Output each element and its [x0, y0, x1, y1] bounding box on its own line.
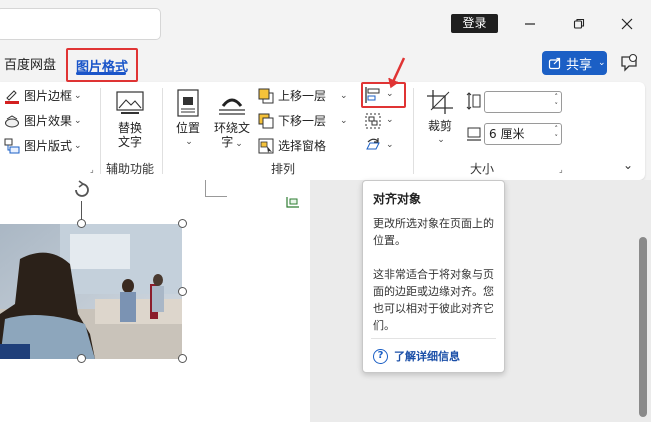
- wrap-text-label-1: 环绕文: [213, 121, 250, 135]
- red-arrow-icon: [388, 56, 408, 93]
- bring-forward-label: 上移一层: [278, 89, 327, 103]
- ribbon: 图片边框 ⌄ 图片效果 ⌄ 图片版式 ⌄ ⌟ 替换 文字 辅助功能 位置 ⌄ 环…: [0, 82, 645, 180]
- dialog-launcher-icon[interactable]: ⌟: [559, 165, 568, 174]
- tab-picture-format[interactable]: 图片格式: [66, 48, 138, 82]
- wrap-text-button[interactable]: 环绕文 字 ⌄: [212, 88, 252, 151]
- tooltip-title: 对齐对象: [373, 192, 422, 206]
- group-divider: [100, 88, 101, 174]
- spin-arrows-icon[interactable]: ˄ ˅: [555, 125, 559, 143]
- wrap-text-label-2: 字 ⌄: [221, 135, 243, 149]
- resize-handle-bottom-right[interactable]: [178, 354, 187, 363]
- chevron-down-icon: ⌄: [74, 115, 82, 126]
- tooltip-description: 更改所选对象在页面上的位置。: [373, 217, 494, 247]
- chevron-down-icon: ⌄: [74, 140, 82, 151]
- share-icon: [548, 57, 561, 70]
- group-label-arrange: 排列: [271, 162, 296, 176]
- selection-pane-icon: [258, 138, 274, 154]
- chevron-down-icon: ⌄: [74, 90, 82, 101]
- send-backward-label: 下移一层: [278, 114, 327, 128]
- group-label-size: 大小: [470, 162, 495, 176]
- vertical-scrollbar[interactable]: [639, 237, 647, 417]
- resize-handle-right[interactable]: [178, 287, 187, 296]
- send-backward-icon: [258, 113, 274, 129]
- selection-pane-label: 选择窗格: [278, 139, 327, 153]
- layout-options-icon[interactable]: [285, 195, 301, 212]
- tooltip-detail: 这非常适合于将对象与页面的边距或边缘对齐。您也可以相对于彼此对齐它们。: [373, 268, 494, 332]
- pen-border-icon: [4, 88, 20, 104]
- tooltip-divider: [371, 338, 496, 339]
- chevron-down-icon: ⌄: [386, 140, 394, 150]
- chevron-down-icon: ⌄: [340, 90, 348, 101]
- chevron-down-icon: ⌄: [386, 115, 394, 125]
- picture-border-label: 图片边框: [24, 89, 73, 103]
- bring-forward-icon: [258, 88, 274, 104]
- spin-arrows-icon[interactable]: ˄ ˅: [555, 93, 559, 111]
- alt-text-label-2: 文字: [117, 135, 142, 149]
- selection-pane-button[interactable]: 选择窗格: [258, 137, 326, 154]
- layout-icon: [4, 138, 20, 154]
- chevron-down-icon: ⌄: [598, 58, 606, 68]
- tab-baidu-netdisk[interactable]: 百度网盘: [4, 54, 56, 73]
- position-button[interactable]: 位置 ⌄: [172, 88, 204, 149]
- width-value: 6 厘米: [489, 127, 525, 141]
- restore-icon[interactable]: [567, 12, 591, 36]
- position-icon: [177, 89, 199, 117]
- crop-label: 裁剪: [427, 119, 452, 133]
- resize-handle-top-right[interactable]: [178, 219, 187, 228]
- effects-icon: [4, 113, 20, 129]
- collapse-ribbon-icon[interactable]: ⌄: [623, 158, 633, 172]
- classroom-photo: [0, 224, 182, 359]
- help-icon: ?: [373, 348, 388, 364]
- height-input[interactable]: ˄ ˅: [484, 91, 562, 113]
- bring-forward-button[interactable]: 上移一层 ⌄: [258, 87, 348, 104]
- chevron-down-icon: ⌄: [437, 135, 445, 145]
- picture-layout-label: 图片版式: [24, 139, 73, 153]
- active-tab-underline: [76, 72, 126, 75]
- position-label: 位置: [175, 121, 200, 135]
- title-bar: 登录: [0, 0, 651, 48]
- picture-border-button[interactable]: 图片边框 ⌄: [4, 87, 82, 104]
- alt-text-label-1: 替换: [117, 121, 142, 135]
- group-divider: [413, 88, 414, 174]
- align-tooltip: 对齐对象 更改所选对象在页面上的位置。 这非常适合于将对象与页面的边距或边缘对齐…: [362, 180, 505, 373]
- selected-image[interactable]: [0, 224, 182, 359]
- picture-effects-label: 图片效果: [24, 114, 73, 128]
- height-icon: [466, 92, 482, 113]
- minimize-icon[interactable]: [518, 12, 542, 36]
- dialog-launcher-icon[interactable]: ⌟: [90, 165, 99, 174]
- picture-effects-button[interactable]: 图片效果 ⌄: [4, 112, 82, 129]
- learn-more-link[interactable]: ? 了解详细信息: [373, 348, 460, 364]
- group-label-accessibility: 辅助功能: [106, 162, 155, 176]
- group-divider: [162, 88, 163, 174]
- resize-handle-bottom[interactable]: [77, 354, 86, 363]
- share-button[interactable]: 共享 ⌄: [542, 51, 607, 75]
- rotate-handle-icon[interactable]: [72, 180, 92, 205]
- width-icon: [466, 125, 482, 146]
- crop-button[interactable]: 裁剪 ⌄: [422, 88, 458, 147]
- group-objects-button[interactable]: ⌄: [364, 112, 394, 129]
- learn-more-label: 了解详细信息: [394, 350, 460, 363]
- chevron-down-icon: ⌄: [235, 139, 243, 149]
- search-box[interactable]: [0, 8, 161, 40]
- send-backward-button[interactable]: 下移一层 ⌄: [258, 112, 348, 129]
- wrap-text-icon: [219, 98, 245, 115]
- chevron-down-icon: ⌄: [185, 137, 193, 147]
- rotate-icon: [364, 137, 380, 153]
- chevron-down-icon: ⌄: [340, 115, 348, 126]
- close-icon[interactable]: [615, 12, 639, 36]
- comment-icon[interactable]: [618, 52, 640, 74]
- login-button[interactable]: 登录: [451, 14, 498, 33]
- group-icon: [364, 112, 381, 129]
- share-label: 共享: [566, 57, 593, 73]
- width-input[interactable]: 6 厘米 ˄ ˅: [484, 123, 562, 145]
- picture-layout-button[interactable]: 图片版式 ⌄: [4, 137, 82, 154]
- crop-icon: [427, 90, 453, 114]
- margin-corner-mark: [205, 180, 227, 197]
- resize-handle-top[interactable]: [77, 219, 86, 228]
- alt-text-icon: [116, 91, 144, 114]
- rotate-button[interactable]: ⌄: [364, 137, 394, 153]
- alt-text-button[interactable]: 替换 文字: [110, 90, 150, 149]
